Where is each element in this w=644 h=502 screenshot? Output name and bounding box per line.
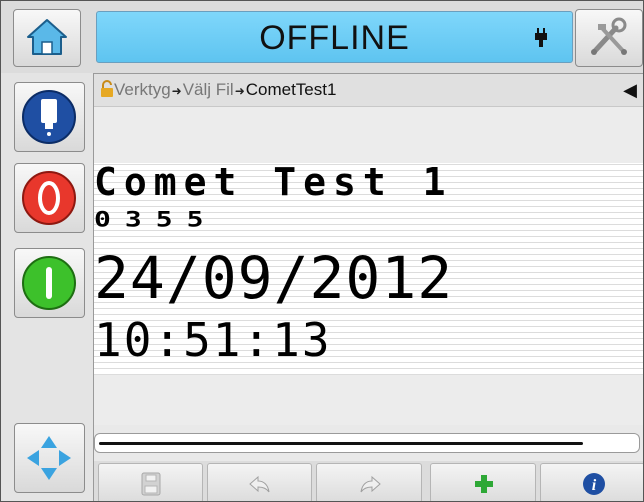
tools-button[interactable] bbox=[575, 9, 643, 67]
scrollbar-thumb[interactable] bbox=[99, 442, 583, 445]
start-icon bbox=[22, 256, 76, 310]
status-bar[interactable]: OFFLINE bbox=[96, 11, 573, 63]
plus-icon bbox=[475, 475, 493, 493]
breadcrumb: Verktyg➜Välj Fil➜CometTest1 ◀ bbox=[94, 74, 643, 107]
print-line-time[interactable]: 10:51:13 bbox=[94, 317, 332, 363]
save-button[interactable] bbox=[98, 463, 203, 501]
home-button[interactable] bbox=[13, 9, 81, 67]
info-button[interactable]: i bbox=[540, 463, 643, 501]
ink-system-button[interactable] bbox=[14, 82, 85, 152]
save-icon bbox=[141, 472, 161, 496]
print-line-title[interactable]: Comet Test 1 bbox=[94, 163, 453, 201]
print-line-date[interactable]: 24/09/2012 bbox=[94, 249, 453, 307]
breadcrumb-item-current: CometTest1 bbox=[245, 80, 337, 99]
breadcrumb-item-select-file[interactable]: Välj Fil bbox=[183, 74, 234, 106]
print-preview[interactable]: Comet Test 1 0355 24/09/2012 10:51:13 bbox=[94, 163, 643, 375]
print-line-counter[interactable]: 0355 bbox=[94, 209, 217, 230]
navigation-button[interactable] bbox=[14, 423, 85, 493]
message-canvas[interactable]: Comet Test 1 0355 24/09/2012 10:51:13 bbox=[94, 107, 643, 425]
ink-bottle-icon bbox=[22, 90, 76, 144]
redo-icon bbox=[360, 475, 381, 493]
triangle-left-icon[interactable]: ◀ bbox=[623, 74, 637, 106]
undo-icon bbox=[249, 475, 270, 493]
breadcrumb-separator-icon: ➜ bbox=[171, 84, 182, 98]
stop-button[interactable] bbox=[14, 163, 85, 233]
breadcrumb-item-tools[interactable]: Verktyg bbox=[114, 74, 171, 106]
stop-icon bbox=[22, 171, 76, 225]
sidebar bbox=[1, 73, 94, 501]
undo-button[interactable] bbox=[207, 463, 312, 501]
add-button[interactable] bbox=[430, 463, 536, 501]
horizontal-scrollbar[interactable] bbox=[94, 433, 640, 453]
redo-button[interactable] bbox=[316, 463, 422, 501]
info-icon: i bbox=[583, 473, 605, 495]
app-window: OFFLINE Verktyg➜Välj Fil➜CometTest1 ◀ Co… bbox=[0, 0, 644, 502]
status-text: OFFLINE bbox=[259, 19, 410, 57]
ink-cartridge-icon bbox=[535, 28, 547, 47]
bottom-toolbar: i bbox=[94, 461, 643, 501]
tools-icon bbox=[591, 17, 627, 55]
breadcrumb-separator-icon: ➜ bbox=[234, 84, 245, 98]
start-button[interactable] bbox=[14, 248, 85, 318]
navigation-arrows-icon bbox=[27, 436, 71, 480]
home-icon bbox=[27, 19, 67, 55]
top-bar: OFFLINE bbox=[1, 1, 643, 74]
lock-icon bbox=[101, 80, 113, 97]
svg-text:i: i bbox=[592, 477, 597, 494]
